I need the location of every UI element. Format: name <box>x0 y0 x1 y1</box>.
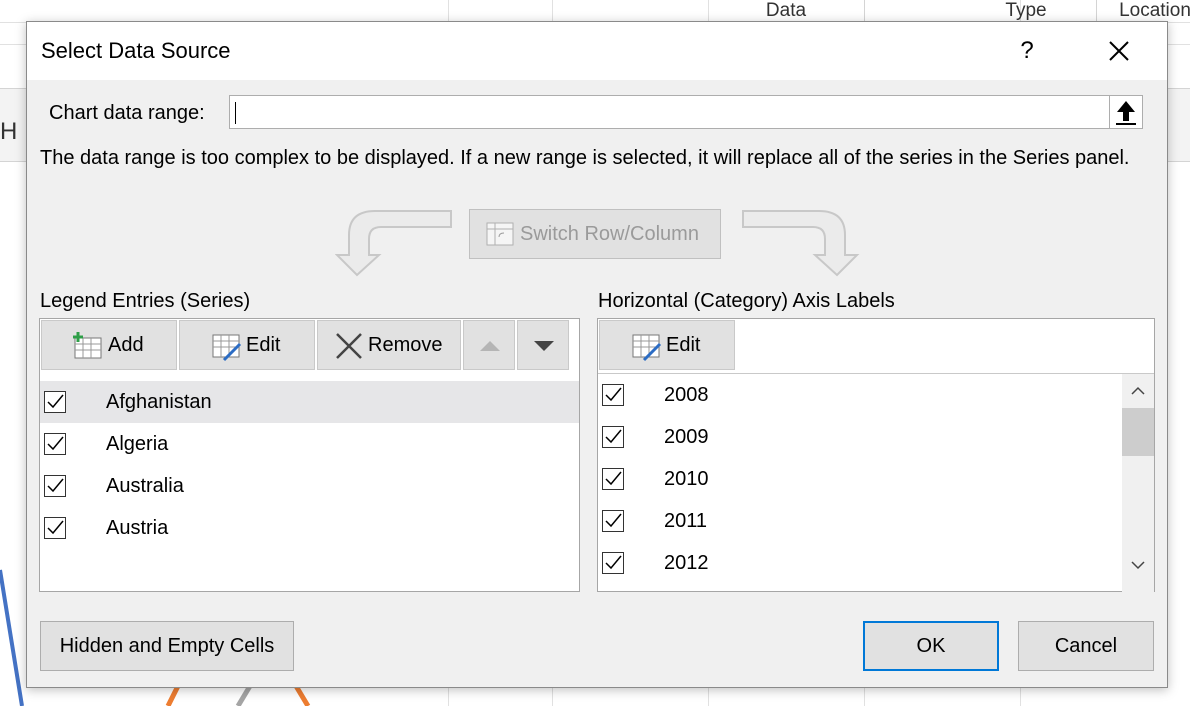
switch-row-column-button[interactable]: Switch Row/Column <box>469 209 721 259</box>
dialog-title-bar: Select Data Source ? <box>27 22 1167 80</box>
chart-range-input[interactable] <box>229 95 1139 129</box>
axis-labels-panel: Edit 2008 2009 2010 2011 2012 <box>597 318 1155 592</box>
edit-table-icon <box>212 332 244 368</box>
series-checkbox[interactable] <box>44 391 66 413</box>
axis-row-2012[interactable]: 2012 <box>598 542 1154 584</box>
axis-label-list: 2008 2009 2010 2011 2012 <box>598 373 1154 592</box>
cancel-button[interactable]: Cancel <box>1018 621 1154 671</box>
axis-label: 2009 <box>664 426 709 448</box>
help-button[interactable]: ? <box>1007 32 1047 72</box>
check-icon <box>47 394 64 409</box>
axis-checkbox[interactable] <box>602 510 624 532</box>
series-row-algeria[interactable]: Algeria <box>40 423 579 465</box>
edit-series-button[interactable]: Edit <box>179 320 315 370</box>
series-label: Algeria <box>106 433 169 455</box>
edit-axis-labels-button[interactable]: Edit <box>599 320 735 370</box>
check-icon <box>605 471 622 486</box>
scroll-down-icon[interactable] <box>1131 560 1145 570</box>
triangle-down-icon <box>534 341 554 351</box>
close-icon <box>1109 41 1129 61</box>
series-list: Afghanistan Algeria Australia Austria <box>40 381 579 591</box>
check-icon <box>47 436 64 451</box>
chart-range-label: Chart data range: <box>49 102 205 124</box>
axis-checkbox[interactable] <box>602 468 624 490</box>
series-row-afghanistan[interactable]: Afghanistan <box>40 381 579 423</box>
series-label: Austria <box>106 517 169 539</box>
series-checkbox[interactable] <box>44 475 66 497</box>
legend-entries-title: Legend Entries (Series) <box>40 290 251 312</box>
range-note: The data range is too complex to be disp… <box>40 147 1130 169</box>
axis-checkbox[interactable] <box>602 384 624 406</box>
move-up-button[interactable] <box>463 320 515 370</box>
scrollbar-thumb[interactable] <box>1122 408 1154 456</box>
check-icon <box>47 478 64 493</box>
axis-scrollbar[interactable] <box>1122 374 1154 592</box>
axis-row-2009[interactable]: 2009 <box>598 416 1154 458</box>
remove-x-icon <box>334 332 364 366</box>
series-row-austria[interactable]: Austria <box>40 507 579 549</box>
ok-button[interactable]: OK <box>863 621 999 671</box>
add-series-button[interactable]: Add <box>41 320 177 370</box>
check-icon <box>47 520 64 535</box>
column-header-data[interactable]: Data <box>708 0 865 22</box>
series-checkbox[interactable] <box>44 433 66 455</box>
column-letter: H <box>0 118 18 145</box>
add-label: Add <box>108 334 144 356</box>
axis-label: 2011 <box>664 510 708 532</box>
close-button[interactable] <box>1097 32 1141 72</box>
axis-checkbox[interactable] <box>602 426 624 448</box>
triangle-up-icon <box>480 341 500 351</box>
dialog-title: Select Data Source <box>41 38 231 63</box>
axis-row-2011[interactable]: 2011 <box>598 500 1154 542</box>
switch-icon <box>486 222 514 254</box>
axis-row-2010[interactable]: 2010 <box>598 458 1154 500</box>
select-data-source-dialog: Select Data Source ? Chart data range: T… <box>26 21 1168 688</box>
series-label: Afghanistan <box>106 391 212 413</box>
series-row-australia[interactable]: Australia <box>40 465 579 507</box>
axis-row-2008[interactable]: 2008 <box>598 374 1154 416</box>
switch-label: Switch Row/Column <box>520 223 699 245</box>
remove-label: Remove <box>368 334 443 356</box>
series-checkbox[interactable] <box>44 517 66 539</box>
edit-table-icon <box>632 332 664 368</box>
range-collapse-button[interactable] <box>1109 95 1143 129</box>
move-down-button[interactable] <box>517 320 569 370</box>
check-icon <box>605 555 622 570</box>
axis-label: 2010 <box>664 468 709 490</box>
edit-axis-label: Edit <box>666 334 701 356</box>
axis-label: 2012 <box>664 552 709 574</box>
series-label: Australia <box>106 475 184 497</box>
axis-checkbox[interactable] <box>602 552 624 574</box>
legend-entries-panel: Add Edit Remove Afghanistan Algeria Aust… <box>39 318 580 592</box>
hidden-empty-cells-button[interactable]: Hidden and Empty Cells <box>40 621 294 671</box>
remove-series-button[interactable]: Remove <box>317 320 461 370</box>
check-icon <box>605 387 622 402</box>
scroll-up-icon[interactable] <box>1131 386 1145 396</box>
axis-label: 2008 <box>664 384 709 406</box>
curved-arrow-left-icon <box>335 210 452 277</box>
column-header-type[interactable]: Type <box>956 0 1097 22</box>
add-table-icon <box>72 332 102 366</box>
text-caret <box>235 102 236 124</box>
up-arrow-icon <box>1116 101 1136 125</box>
axis-labels-title: Horizontal (Category) Axis Labels <box>598 290 895 312</box>
check-icon <box>605 429 622 444</box>
edit-label: Edit <box>246 334 281 356</box>
curved-arrow-right-icon <box>742 210 860 277</box>
check-icon <box>605 513 622 528</box>
column-header-location[interactable]: Location <box>1100 0 1190 22</box>
